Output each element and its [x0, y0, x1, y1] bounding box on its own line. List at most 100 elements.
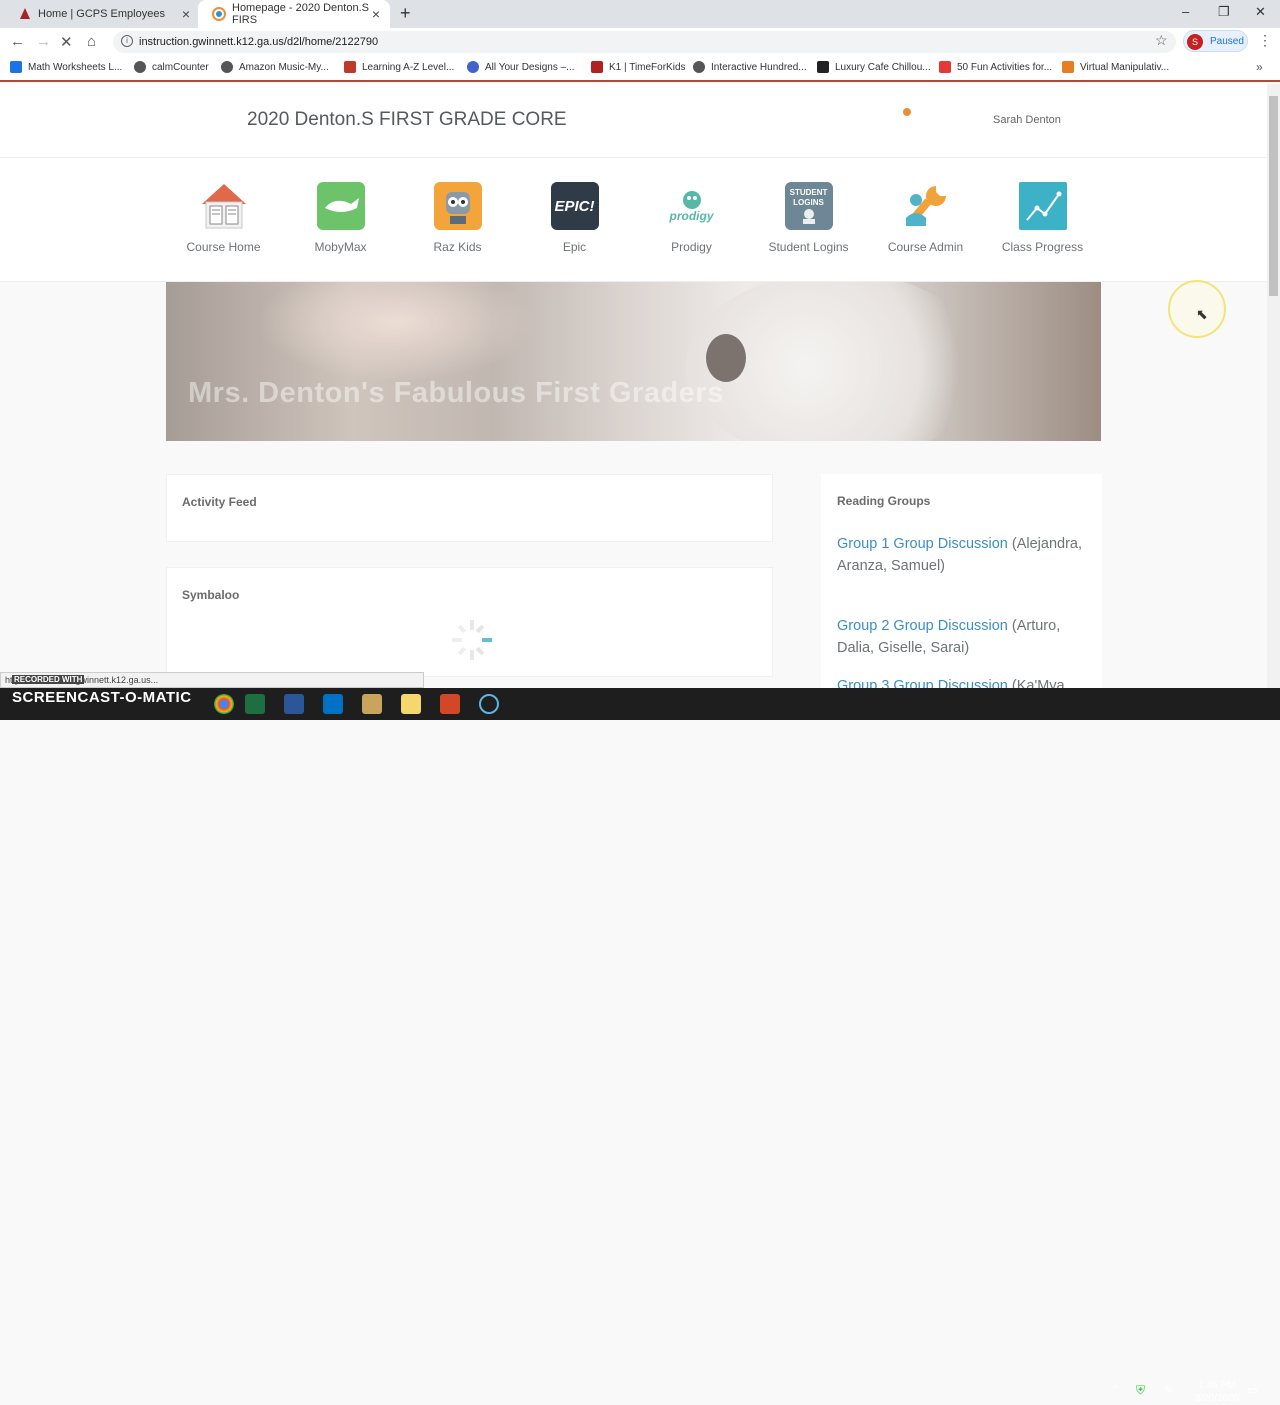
- back-icon[interactable]: ←: [10, 33, 25, 50]
- profile-button[interactable]: S Paused: [1183, 30, 1248, 52]
- bookmark-item[interactable]: All Your Designs –...: [467, 61, 575, 73]
- page-scrollbar[interactable]: [1267, 84, 1280, 688]
- symbaloo-widget: Symbaloo: [166, 567, 773, 677]
- clock-time: 1:46 PM: [1198, 1380, 1236, 1391]
- bookmark-item[interactable]: Amazon Music-My...: [221, 61, 329, 73]
- nav-prodigy[interactable]: prodigy Prodigy: [633, 182, 750, 254]
- tab-title: Home | GCPS Employees: [38, 8, 165, 20]
- banner-title: Mrs. Denton's Fabulous First Graders: [188, 377, 724, 409]
- restore-icon[interactable]: ❐: [1218, 4, 1230, 20]
- notification-dot[interactable]: [903, 108, 911, 116]
- tray-chevron-icon[interactable]: ⌃: [1110, 1383, 1120, 1397]
- bookmark-star-icon[interactable]: ☆: [1155, 32, 1168, 49]
- reading-groups-widget: Reading Groups Group 1 Group Discussion …: [821, 474, 1102, 688]
- clock-date: 3/20/2020: [1194, 1393, 1240, 1404]
- bookmark-item[interactable]: Luxury Cafe Chillou...: [817, 61, 931, 73]
- nav-label: Course Home: [186, 240, 261, 254]
- wrench-person-icon: [902, 182, 950, 230]
- nav-student-logins[interactable]: STUDENT LOGINS Student Logins: [750, 182, 867, 254]
- t-logo-icon: [591, 61, 603, 73]
- powerpoint-taskbar-icon[interactable]: [440, 694, 460, 714]
- outlook-taskbar-icon[interactable]: [323, 694, 343, 714]
- file-explorer-taskbar-icon[interactable]: [401, 694, 421, 714]
- menu-icon[interactable]: ⋮: [1258, 32, 1272, 49]
- reload-icon[interactable]: ✕: [60, 33, 73, 51]
- bookmark-item[interactable]: K1 | TimeForKids: [591, 61, 686, 73]
- pen-icon[interactable]: ✎: [1164, 1383, 1174, 1397]
- info-icon[interactable]: i: [121, 35, 133, 47]
- list-item: Group 2 Group Discussion (Arturo, Dalia,…: [837, 615, 1087, 659]
- widget-title: Activity Feed: [182, 495, 257, 509]
- robot-icon: [433, 182, 482, 230]
- course-title[interactable]: 2020 Denton.S FIRST GRADE CORE: [247, 109, 567, 131]
- bookmark-item[interactable]: 50 Fun Activities for...: [939, 61, 1052, 73]
- loading-spinner-icon: [452, 620, 492, 660]
- security-shield-icon[interactable]: ⛨: [1136, 1383, 1145, 1398]
- close-window-icon[interactable]: ✕: [1255, 4, 1266, 20]
- nav-mobymax[interactable]: MobyMax: [282, 182, 399, 254]
- screencast-taskbar-icon[interactable]: [479, 694, 499, 714]
- globe-icon: [693, 61, 705, 73]
- screencast-logo: SCREENCAST-O-MATIC: [12, 689, 192, 706]
- globe-icon: [134, 61, 146, 73]
- bookmark-item[interactable]: Learning A-Z Level...: [344, 61, 454, 73]
- bookmark-item[interactable]: Virtual Manipulativ...: [1062, 61, 1169, 73]
- nav-label: Epic: [562, 240, 587, 254]
- globe-icon: [221, 61, 233, 73]
- media-taskbar-icon[interactable]: [362, 694, 382, 714]
- chrome-taskbar-icon[interactable]: [214, 694, 234, 714]
- nav-epic[interactable]: EPIC! Epic: [516, 182, 633, 254]
- nav-course-home[interactable]: Course Home: [165, 182, 282, 254]
- excel-taskbar-icon[interactable]: [245, 694, 265, 714]
- taskbar-clock[interactable]: 1:46 PM 3/20/2020: [1192, 1379, 1242, 1405]
- bookmark-item[interactable]: Interactive Hundred...: [693, 61, 807, 73]
- group-1-discussion-link[interactable]: Group 1 Group Discussion: [837, 536, 1008, 552]
- tab-homepage[interactable]: Homepage - 2020 Denton.S FIRS ×: [198, 0, 390, 28]
- mouse-pointer-icon: ⬉: [1196, 306, 1208, 322]
- user-name[interactable]: Sarah Denton: [993, 114, 1061, 126]
- d2l-favicon-icon: [212, 7, 226, 21]
- group-3-discussion-link[interactable]: Group 3 Group Discussion: [837, 678, 1008, 688]
- url-text: instruction.gwinnett.k12.ga.us/d2l/home/…: [139, 36, 379, 48]
- activity-feed-widget: Activity Feed: [166, 474, 773, 542]
- gcps-favicon-icon: [18, 7, 32, 21]
- list-item: Group 3 Group Discussion (Ka'Mya: [837, 675, 1087, 688]
- new-tab-icon[interactable]: +: [400, 3, 411, 24]
- star-burst-icon: [344, 61, 356, 73]
- profile-status: Paused: [1210, 35, 1244, 47]
- forward-icon[interactable]: →: [36, 33, 51, 50]
- whale-icon: [316, 182, 365, 230]
- bookmark-item[interactable]: Math Worksheets L...: [10, 61, 122, 73]
- address-bar[interactable]: i instruction.gwinnett.k12.ga.us/d2l/hom…: [113, 31, 1176, 53]
- notifications-icon[interactable]: ▭: [1247, 1383, 1258, 1397]
- close-tab-icon[interactable]: ×: [182, 6, 190, 22]
- nav-label: Class Progress: [1001, 240, 1084, 254]
- profile-avatar: S: [1187, 34, 1203, 50]
- windows-taskbar: ⌃ ⛨ ✎ 1:46 PM 3/20/2020 ▭: [0, 688, 1280, 1404]
- list-item: Group 1 Group Discussion (Alejandra, Ara…: [837, 533, 1087, 577]
- nav-label: Prodigy: [671, 240, 712, 254]
- more-bookmarks-icon[interactable]: »: [1256, 60, 1263, 74]
- group-members: (Ka'Mya: [1007, 678, 1065, 688]
- plus-square-icon: [10, 61, 22, 73]
- house-book-icon: [200, 182, 248, 230]
- chart-line-icon: [1018, 182, 1067, 230]
- tab-gcps-employees[interactable]: Home | GCPS Employees ×: [4, 0, 200, 28]
- word-taskbar-icon[interactable]: [284, 694, 304, 714]
- nav-label: MobyMax: [314, 240, 367, 254]
- nav-course-admin[interactable]: Course Admin: [867, 182, 984, 254]
- nav-raz-kids[interactable]: Raz Kids: [399, 182, 516, 254]
- bookmark-item[interactable]: calmCounter: [134, 61, 209, 73]
- close-tab-icon[interactable]: ×: [372, 6, 380, 22]
- minimize-icon[interactable]: –: [1182, 4, 1189, 19]
- home-icon[interactable]: ⌂: [87, 33, 96, 50]
- manipulatives-icon: [1062, 61, 1074, 73]
- recorded-with-label: RECORDED WITH: [12, 675, 85, 684]
- nav-class-progress[interactable]: Class Progress: [984, 182, 1101, 254]
- widget-title: Reading Groups: [837, 494, 931, 508]
- scrollbar-thumb[interactable]: [1269, 96, 1278, 296]
- group-2-discussion-link[interactable]: Group 2 Group Discussion: [837, 618, 1008, 634]
- course-banner-image: Mrs. Denton's Fabulous First Graders: [166, 282, 1101, 441]
- epic-logo-icon: EPIC!: [550, 182, 599, 230]
- nav-label: Student Logins: [768, 240, 849, 254]
